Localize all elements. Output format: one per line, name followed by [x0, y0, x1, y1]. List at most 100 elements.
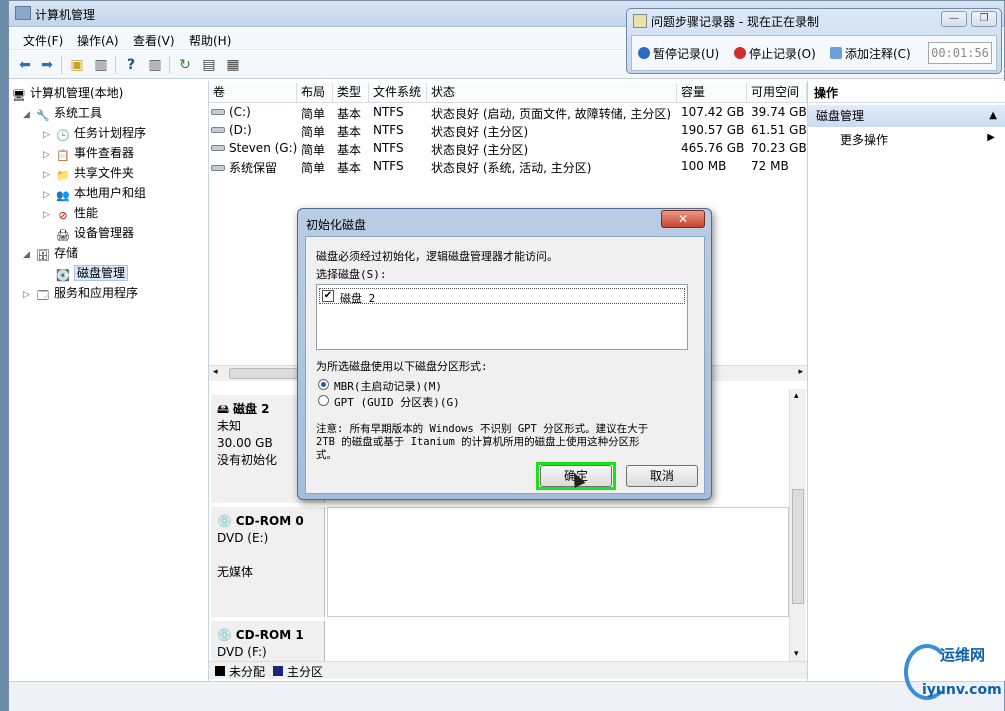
table-row[interactable]: (D:) 简单 基本 NTFS 状态良好 (主分区) 190.57 GB 61.… — [209, 122, 807, 140]
tree-item-event-viewer[interactable]: ▷ 📋 事件查看器 — [43, 143, 134, 163]
disk-select-list[interactable]: ✔ 磁盘 2 — [316, 284, 688, 350]
volume-status: 状态良好 (主分区) — [431, 125, 529, 139]
stop-record-button[interactable]: 停止记录(O) — [734, 45, 816, 62]
volume-capacity: 465.76 GB — [681, 141, 745, 155]
help-icon[interactable]: ? — [121, 55, 141, 75]
submenu-arrow-icon[interactable]: ▶ — [987, 132, 995, 143]
table-row[interactable]: 系统保留 简单 基本 NTFS 状态良好 (系统, 活动, 主分区) 100 M… — [209, 158, 807, 176]
scroll-up-arrow-icon[interactable]: ▴ — [794, 391, 799, 401]
watermark-brand: 运维网 — [940, 646, 986, 664]
disk-list-item[interactable]: ✔ 磁盘 2 — [319, 288, 685, 305]
note-line-3: 式。 — [316, 449, 337, 461]
dialog-message: 磁盘必须经过初始化，逻辑磁盘管理器才能访问。 — [316, 250, 558, 263]
tree-item-disk-management[interactable]: 💽 磁盘管理 — [55, 263, 129, 283]
tree-item-system-tools[interactable]: ◢ 🔧 系统工具 — [23, 103, 102, 123]
tree-item-shared-folders[interactable]: ▷ 📁 共享文件夹 — [43, 163, 134, 183]
add-comment-button[interactable]: 添加注释(C) — [830, 45, 911, 62]
device-manager-icon: 🖨 — [56, 229, 70, 242]
volume-filesystem: NTFS — [373, 141, 404, 155]
gpt-radio[interactable] — [318, 395, 329, 406]
scrollbar-thumb[interactable] — [792, 489, 804, 604]
column-header-layout[interactable]: 布局 — [297, 83, 333, 103]
tree-item-services-apps[interactable]: ▷ 🗔 服务和应用程序 — [23, 283, 138, 303]
mbr-radio[interactable] — [318, 379, 329, 390]
pause-record-button[interactable]: 暂停记录(U) — [638, 45, 719, 62]
volume-list-header: 卷 布局 类型 文件系统 状态 容量 可用空间 — [209, 83, 807, 103]
volume-capacity: 100 MB — [681, 159, 727, 173]
collapse-up-icon[interactable]: ▲ — [989, 105, 997, 127]
cdrom-0-partition-area[interactable] — [327, 507, 789, 617]
expand-arrow-icon[interactable]: ▷ — [43, 165, 55, 185]
legend-unallocated-swatch — [215, 666, 225, 676]
tree-item-storage[interactable]: ◢ 🗄 存储 — [23, 243, 78, 263]
column-header-filesystem[interactable]: 文件系统 — [369, 83, 427, 103]
volume-type: 基本 — [337, 125, 362, 139]
navigation-tree: 🖥 计算机管理(本地) ◢ 🔧 系统工具 ▷ 🕒 任务计划程序 ▷ 📋 事件查看器 ▷ 📁 共享文… — [9, 81, 209, 681]
more-actions-item[interactable]: 更多操作 — [840, 131, 888, 148]
column-header-status[interactable]: 状态 — [427, 83, 677, 103]
collapse-arrow-icon[interactable]: ◢ — [23, 245, 35, 265]
action-section-disk-management[interactable]: 磁盘管理 ▲ — [808, 105, 1005, 127]
legend-primary-swatch — [273, 666, 283, 676]
up-folder-icon[interactable]: ▣ — [67, 55, 87, 75]
menu-view[interactable]: 查看(V) — [133, 32, 175, 49]
disk-label-cdrom-0[interactable]: 💿 CD-ROM 0 DVD (E:) 无媒体 — [211, 507, 325, 617]
properties-icon[interactable]: ▤ — [199, 55, 219, 75]
scroll-right-arrow-icon[interactable]: ▸ — [798, 367, 803, 377]
stop-icon — [734, 47, 746, 59]
volume-free-space: 70.23 GB — [751, 141, 807, 155]
volume-layout: 简单 — [301, 143, 326, 157]
collapse-arrow-icon[interactable]: ◢ — [23, 105, 35, 125]
tree-item-task-scheduler[interactable]: ▷ 🕒 任务计划程序 — [43, 123, 146, 143]
status-bar — [9, 681, 1004, 711]
column-header-type[interactable]: 类型 — [333, 83, 369, 103]
tree-item-performance[interactable]: ▷ ⊘ 性能 — [43, 203, 98, 223]
menu-help[interactable]: 帮助(H) — [189, 32, 231, 49]
column-header-volume[interactable]: 卷 — [209, 83, 297, 103]
cancel-button[interactable]: 取消 — [626, 465, 698, 487]
column-header-free-space[interactable]: 可用空间 — [747, 83, 807, 103]
expand-arrow-icon[interactable]: ▷ — [43, 205, 55, 225]
column-header-capacity[interactable]: 容量 — [677, 83, 747, 103]
computer-icon: 🖥 — [12, 89, 26, 102]
scroll-left-arrow-icon[interactable]: ◂ — [213, 367, 218, 377]
back-arrow-icon[interactable]: ⬅ — [15, 55, 35, 75]
disk-map-vscrollbar[interactable]: ▴ ▾ — [789, 389, 806, 661]
show-hide-action-pane-icon[interactable]: ▥ — [145, 55, 165, 75]
scroll-down-arrow-icon[interactable]: ▾ — [794, 649, 799, 659]
computer-management-icon — [15, 6, 31, 20]
action-pane-header: 操作 — [808, 83, 1005, 103]
volume-filesystem: NTFS — [373, 105, 404, 119]
volume-free-space: 72 MB — [751, 159, 789, 173]
event-viewer-icon: 📋 — [56, 149, 70, 162]
show-hide-tree-icon[interactable]: ▥ — [91, 55, 111, 75]
export-list-icon[interactable]: ▦ — [223, 55, 243, 75]
expand-arrow-icon[interactable]: ▷ — [43, 125, 55, 145]
forward-arrow-icon[interactable]: ➡ — [37, 55, 57, 75]
cdrom-icon: 💿 — [217, 628, 232, 642]
expand-arrow-icon[interactable]: ▷ — [43, 145, 55, 165]
mbr-label[interactable]: MBR(主启动记录)(M) — [334, 378, 442, 394]
table-row[interactable]: Steven (G:) 简单 基本 NTFS 状态良好 (主分区) 465.76… — [209, 140, 807, 158]
performance-icon: ⊘ — [58, 209, 68, 222]
tree-item-device-manager[interactable]: 🖨 设备管理器 — [55, 223, 134, 243]
disk-checkbox[interactable]: ✔ — [322, 290, 334, 302]
menu-file[interactable]: 文件(F) — [23, 32, 63, 49]
restore-button[interactable]: ❐ — [971, 11, 997, 27]
volume-status: 状态良好 (主分区) — [431, 143, 529, 157]
tree-item-local-users[interactable]: ▷ 👥 本地用户和组 — [43, 183, 146, 203]
volume-name: (C:) — [211, 105, 251, 119]
refresh-icon[interactable]: ↻ — [175, 55, 195, 75]
pause-icon — [638, 47, 650, 59]
tree-item-root[interactable]: 🖥 计算机管理(本地) — [11, 83, 123, 103]
expand-arrow-icon[interactable]: ▷ — [23, 285, 35, 305]
volume-filesystem: NTFS — [373, 159, 404, 173]
minimize-button[interactable]: — — [941, 11, 967, 27]
menu-action[interactable]: 操作(A) — [77, 32, 119, 49]
volume-layout: 简单 — [301, 107, 326, 121]
expand-arrow-icon[interactable]: ▷ — [43, 185, 55, 205]
close-button[interactable]: ✕ — [661, 210, 705, 228]
gpt-label[interactable]: GPT (GUID 分区表)(G) — [334, 394, 460, 410]
table-row[interactable]: (C:) 简单 基本 NTFS 状态良好 (启动, 页面文件, 故障转储, 主分… — [209, 104, 807, 122]
volume-type: 基本 — [337, 161, 362, 175]
